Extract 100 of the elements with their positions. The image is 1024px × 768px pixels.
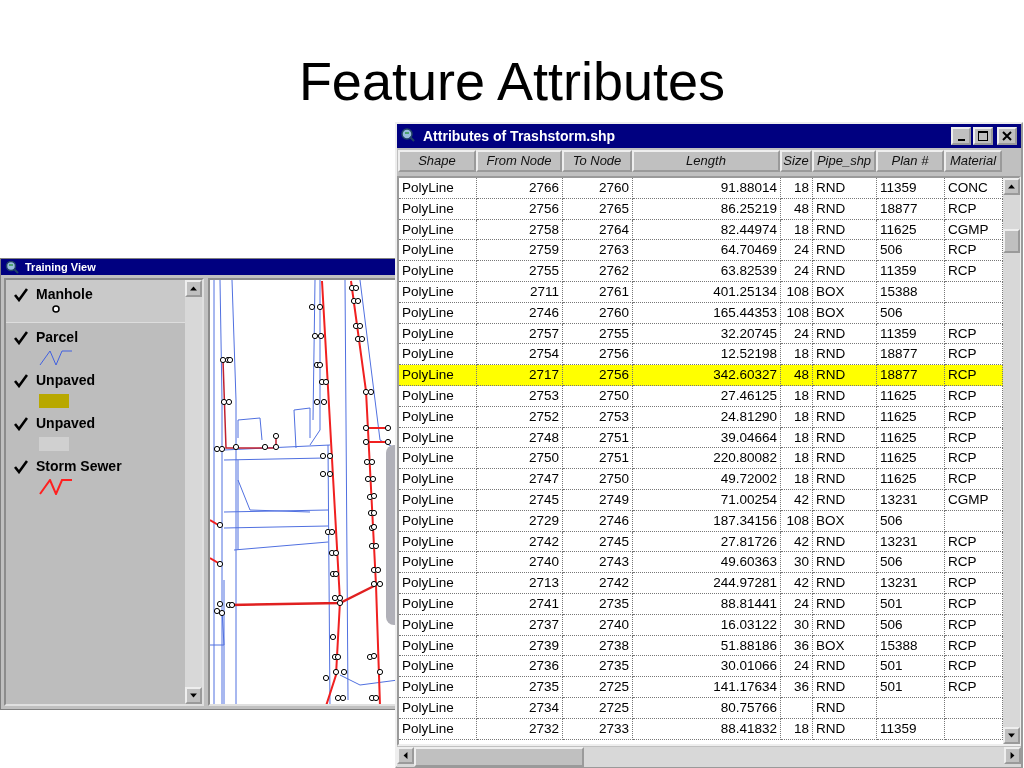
scroll-up-button[interactable]: [1003, 178, 1020, 195]
table-cell: 88.81441: [633, 593, 781, 615]
table-cell: 2717: [477, 365, 563, 386]
table-cell: 30.01066: [633, 656, 781, 678]
checkmark-icon[interactable]: [14, 287, 28, 302]
table-cell: 42: [781, 489, 813, 511]
legend-item[interactable]: Unpaved: [6, 366, 185, 409]
legend-item[interactable]: Unpaved: [6, 409, 185, 452]
table-cell: 187.34156: [633, 510, 781, 532]
checkmark-icon[interactable]: [14, 373, 28, 388]
scroll-down-button[interactable]: [1003, 727, 1020, 744]
table-cell: RND: [813, 240, 877, 262]
column-header[interactable]: To Node: [562, 150, 632, 172]
table-cell: 2764: [563, 219, 633, 241]
table-cell: 506: [877, 240, 945, 262]
table-cell: 2725: [563, 697, 633, 719]
table-cell: 2761: [563, 282, 633, 303]
table-cell: 24: [781, 323, 813, 345]
scroll-left-button[interactable]: [397, 747, 414, 764]
table-cell: RND: [813, 614, 877, 636]
scrollbar[interactable]: [185, 280, 202, 704]
table-cell: PolyLine: [399, 282, 477, 303]
scrollbar-thumb[interactable]: [1003, 229, 1020, 253]
table-cell: 36: [781, 635, 813, 657]
table-cell: 24: [781, 656, 813, 678]
table-cell: PolyLine: [399, 178, 477, 199]
scrollbar[interactable]: [1003, 178, 1020, 744]
table-cell: 24: [781, 593, 813, 615]
checkmark-icon[interactable]: [14, 416, 28, 431]
close-button[interactable]: [997, 127, 1017, 145]
table-cell: 11359: [877, 718, 945, 740]
table-cell: 18: [781, 178, 813, 199]
legend-item[interactable]: Parcel: [6, 323, 185, 366]
column-header[interactable]: From Node: [476, 150, 562, 172]
window-title: Attributes of Trashstorm.shp: [423, 126, 616, 146]
column-header[interactable]: Length: [632, 150, 780, 172]
table-cell: RND: [813, 323, 877, 345]
layer-label: Parcel: [36, 328, 79, 347]
column-header[interactable]: Material: [944, 150, 1002, 172]
table-cell: 82.44974: [633, 219, 781, 241]
scrollbar[interactable]: [397, 747, 1021, 767]
table-cell: 64.70469: [633, 240, 781, 262]
scrollbar-thumb[interactable]: [414, 747, 584, 767]
table-cell: 2725: [563, 677, 633, 698]
table-cell: 2750: [477, 448, 563, 470]
table-cell: BOX: [813, 510, 877, 532]
table-cell: 2740: [477, 552, 563, 574]
table-cell: RND: [813, 261, 877, 282]
maximize-button[interactable]: [973, 127, 993, 145]
table-cell: 244.97281: [633, 573, 781, 594]
table-cell: 2729: [477, 510, 563, 532]
table-cell: RND: [813, 718, 877, 740]
table-cell: BOX: [813, 282, 877, 303]
table-cell: 342.60327: [633, 365, 781, 386]
checkmark-icon[interactable]: [14, 459, 28, 474]
table-cell: 27.81726: [633, 531, 781, 553]
layer-label: Unpaved: [36, 371, 96, 390]
table-cell: 2735: [563, 656, 633, 678]
table-cell: 2753: [563, 406, 633, 428]
legend-item[interactable]: Manhole: [6, 280, 185, 323]
table-cell: PolyLine: [399, 323, 477, 345]
column-header[interactable]: Pipe_shp: [812, 150, 876, 172]
column-header[interactable]: Shape: [398, 150, 476, 172]
magnifier-icon: [401, 128, 417, 144]
point-symbol-icon: [52, 305, 60, 313]
table-cell: 2756: [563, 365, 633, 386]
minimize-button[interactable]: [951, 127, 971, 145]
scroll-up-button[interactable]: [185, 280, 202, 297]
empty-cell: [877, 697, 945, 719]
scroll-down-button[interactable]: [185, 687, 202, 704]
table-cell: 11625: [877, 406, 945, 428]
scroll-right-button[interactable]: [1004, 747, 1021, 764]
table-cell: 2759: [477, 240, 563, 262]
table-cell: 13231: [877, 489, 945, 511]
table-cell: 11359: [877, 261, 945, 282]
table-cell: RND: [813, 198, 877, 220]
table-cell: 18877: [877, 365, 945, 386]
table-cell: PolyLine: [399, 240, 477, 262]
table-cell: 49.60363: [633, 552, 781, 574]
line-symbol-icon: [39, 479, 73, 495]
selected-row[interactable]: PolyLine 2717 2756 342.60327 48 RND 18877 RCP: [399, 365, 1003, 386]
table-cell: RND: [813, 448, 877, 470]
legend-item[interactable]: Storm Sewer: [6, 452, 185, 495]
checkmark-icon[interactable]: [14, 330, 28, 345]
table-cell: 30: [781, 552, 813, 574]
table-cell: 48: [781, 198, 813, 220]
table-cell: 2757: [477, 323, 563, 345]
column-header[interactable]: Plan #: [876, 150, 944, 172]
table-cell: 51.88186: [633, 635, 781, 657]
table-cell: 2733: [563, 718, 633, 740]
table-cell: PolyLine: [399, 531, 477, 553]
table-cell: PolyLine: [399, 718, 477, 740]
table-cell: 2762: [563, 261, 633, 282]
table-cell: 2743: [563, 552, 633, 574]
table-cell: 2750: [563, 385, 633, 407]
table-cell: RND: [813, 178, 877, 199]
table-cell: 141.17634: [633, 677, 781, 698]
table-cell: 42: [781, 573, 813, 594]
column-header[interactable]: Size: [780, 150, 812, 172]
table-cell: 24.81290: [633, 406, 781, 428]
